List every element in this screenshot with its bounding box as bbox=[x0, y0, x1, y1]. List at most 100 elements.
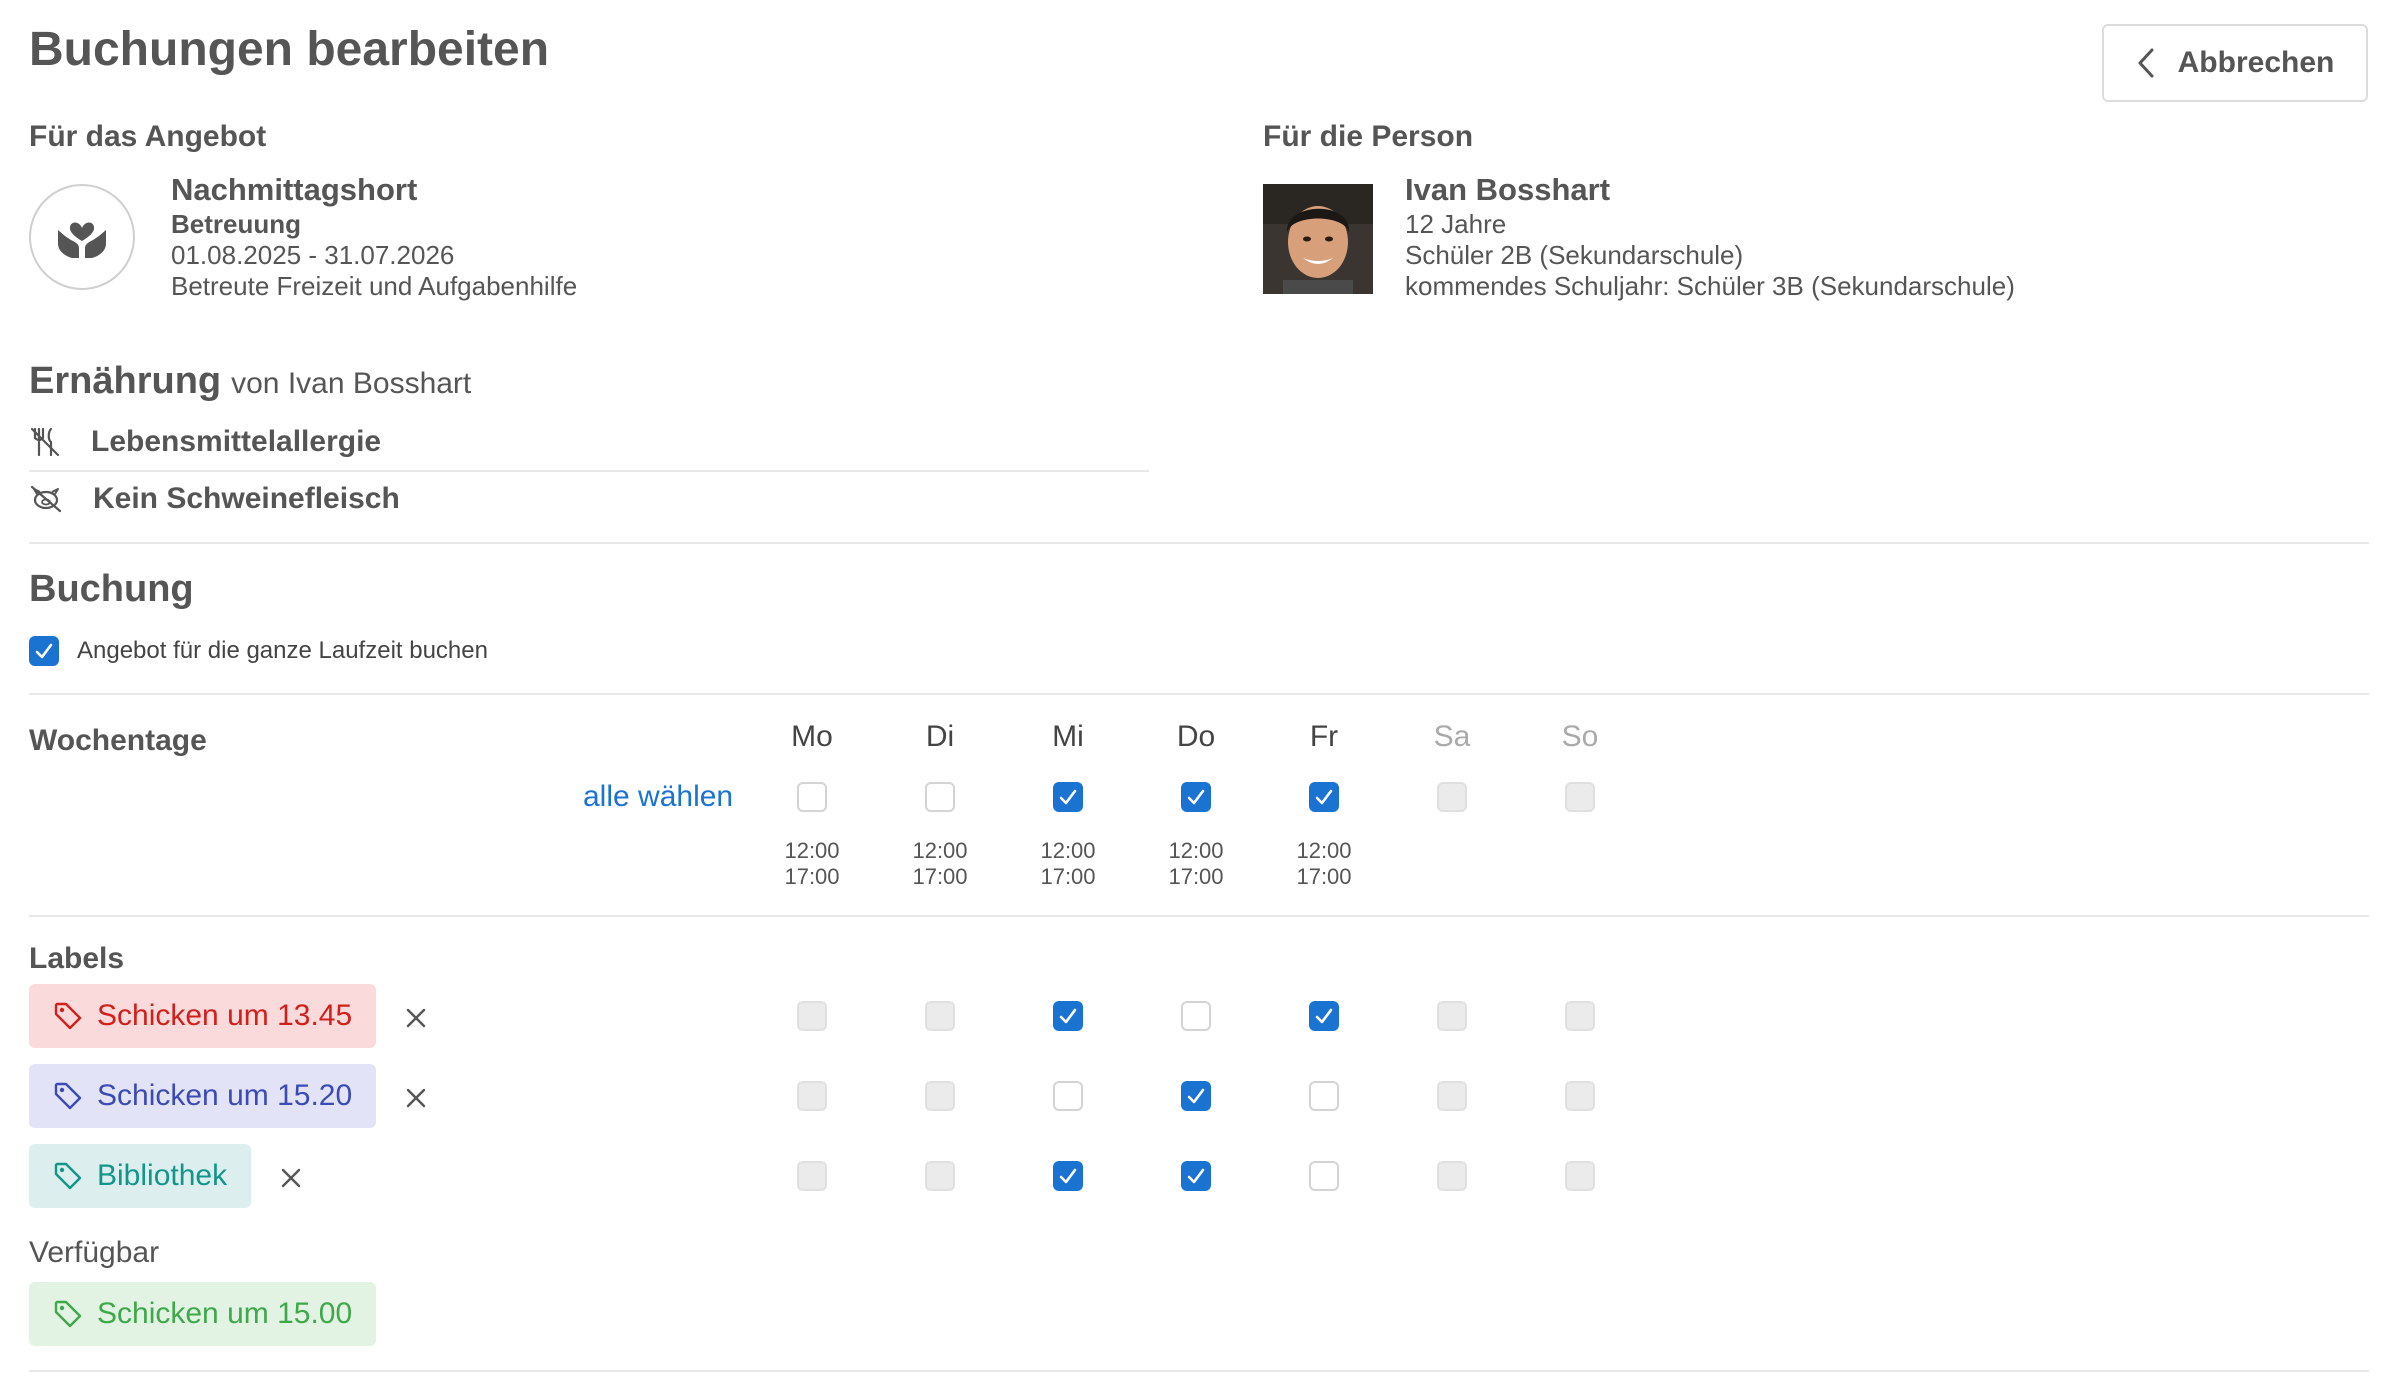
section-divider bbox=[29, 542, 2369, 544]
weekday-end-time: 17:00 bbox=[912, 864, 968, 889]
weekday-start-time: 12:00 bbox=[912, 838, 968, 863]
label-day-checkbox bbox=[925, 1001, 955, 1031]
offer-icon bbox=[29, 184, 135, 290]
remove-label-button[interactable] bbox=[279, 1162, 303, 1196]
whole-period-label: Angebot für die ganze Laufzeit buchen bbox=[77, 637, 488, 664]
label-day-checkbox bbox=[1565, 1001, 1595, 1031]
offer-category: Betreuung bbox=[171, 209, 301, 239]
label-day-checkbox bbox=[925, 1161, 955, 1191]
label-day-checkbox bbox=[797, 1081, 827, 1111]
weekday-checkbox-so bbox=[1565, 782, 1595, 812]
weekday-header-sa: Sa bbox=[1433, 720, 1471, 753]
offer-period: 01.08.2025 - 31.07.2026 bbox=[171, 240, 455, 270]
nutrition-title: Ernährung bbox=[29, 360, 222, 402]
check-icon bbox=[1187, 1088, 1205, 1104]
weekday-start-time: 12:00 bbox=[1040, 838, 1096, 863]
tag-icon bbox=[54, 1300, 82, 1328]
caring-hands-icon bbox=[58, 222, 106, 258]
nutrition-heading: Ernährung von Ivan Bosshart bbox=[29, 360, 471, 403]
check-icon bbox=[1059, 789, 1077, 805]
page-title: Buchungen bearbeiten bbox=[29, 23, 550, 76]
available-heading: Verfügbar bbox=[29, 1236, 160, 1269]
label-tag-text: Schicken um 13.45 bbox=[97, 999, 353, 1032]
label-day-checkbox bbox=[1565, 1161, 1595, 1191]
check-icon bbox=[1315, 1008, 1333, 1024]
person-age: 12 Jahre bbox=[1405, 209, 1507, 239]
select-all-link[interactable]: alle wählen bbox=[583, 780, 733, 814]
weekday-start-time: 12:00 bbox=[1168, 838, 1224, 863]
section-divider bbox=[29, 693, 2369, 695]
weekday-checkbox-di[interactable] bbox=[925, 782, 955, 812]
check-icon bbox=[1059, 1008, 1077, 1024]
weekday-end-time: 17:00 bbox=[1040, 864, 1096, 889]
section-divider bbox=[29, 1370, 2369, 1372]
close-icon bbox=[281, 1168, 301, 1188]
check-icon bbox=[1315, 789, 1333, 805]
weekday-checkbox-mo[interactable] bbox=[797, 782, 827, 812]
label-day-checkbox[interactable] bbox=[1053, 1001, 1083, 1031]
remove-label-button[interactable] bbox=[404, 1002, 428, 1036]
no-food-icon bbox=[30, 427, 60, 457]
weekday-time-di: 12:00 17:00 bbox=[900, 838, 980, 890]
nutrition-item-label: Kein Schweinefleisch bbox=[93, 482, 400, 515]
check-icon bbox=[1059, 1168, 1077, 1184]
cancel-button[interactable]: Abbrechen bbox=[2102, 24, 2368, 102]
no-pork-icon bbox=[30, 485, 62, 513]
label-day-checkbox bbox=[1437, 1081, 1467, 1111]
section-divider bbox=[29, 915, 2369, 917]
weekday-start-time: 12:00 bbox=[784, 838, 840, 863]
label-tag[interactable]: Bibliothek bbox=[29, 1144, 252, 1208]
nutrition-item: Kein Schweinefleisch bbox=[29, 471, 1149, 527]
label-day-checkbox[interactable] bbox=[1053, 1081, 1083, 1111]
whole-period-option[interactable]: Angebot für die ganze Laufzeit buchen bbox=[29, 636, 488, 666]
nutrition-item: Lebensmittelallergie bbox=[29, 414, 1149, 470]
weekday-time-do: 12:00 17:00 bbox=[1156, 838, 1236, 890]
label-day-checkbox bbox=[797, 1161, 827, 1191]
tag-icon bbox=[54, 1162, 82, 1190]
available-label-text: Schicken um 15.00 bbox=[97, 1297, 353, 1330]
weekday-time-fr: 12:00 17:00 bbox=[1284, 838, 1364, 890]
weekdays-label: Wochentage bbox=[29, 724, 207, 757]
label-tag-text: Schicken um 15.20 bbox=[97, 1079, 353, 1112]
whole-period-checkbox[interactable] bbox=[29, 636, 59, 666]
available-label-tag[interactable]: Schicken um 15.00 bbox=[29, 1282, 377, 1346]
label-day-checkbox[interactable] bbox=[1309, 1161, 1339, 1191]
offer-name: Nachmittagshort bbox=[171, 172, 418, 207]
remove-label-button[interactable] bbox=[404, 1082, 428, 1116]
label-tag[interactable]: Schicken um 13.45 bbox=[29, 984, 377, 1048]
label-day-checkbox[interactable] bbox=[1309, 1001, 1339, 1031]
weekday-time-mi: 12:00 17:00 bbox=[1028, 838, 1108, 890]
weekday-end-time: 17:00 bbox=[784, 864, 840, 889]
offer-description: Betreute Freizeit und Aufgabenhilfe bbox=[171, 271, 578, 301]
weekday-header-mo: Mo bbox=[791, 720, 833, 753]
person-section-label: Für die Person bbox=[1263, 120, 1474, 153]
label-day-checkbox bbox=[797, 1001, 827, 1031]
weekday-checkbox-do[interactable] bbox=[1181, 782, 1211, 812]
label-day-checkbox[interactable] bbox=[1053, 1161, 1083, 1191]
label-day-checkbox bbox=[925, 1081, 955, 1111]
label-day-checkbox bbox=[1565, 1081, 1595, 1111]
weekday-header-so: So bbox=[1561, 720, 1599, 753]
label-tag-text: Bibliothek bbox=[97, 1159, 228, 1192]
weekday-checkbox-fr[interactable] bbox=[1309, 782, 1339, 812]
label-day-checkbox[interactable] bbox=[1181, 1161, 1211, 1191]
tag-icon bbox=[54, 1002, 82, 1030]
weekday-header-fr: Fr bbox=[1309, 720, 1339, 753]
tag-icon bbox=[54, 1082, 82, 1110]
weekday-time-mo: 12:00 17:00 bbox=[772, 838, 852, 890]
chevron-left-icon bbox=[2138, 48, 2154, 78]
labels-heading: Labels bbox=[29, 942, 125, 975]
label-day-checkbox[interactable] bbox=[1181, 1081, 1211, 1111]
weekday-header-di: Di bbox=[925, 720, 955, 753]
label-day-checkbox bbox=[1437, 1161, 1467, 1191]
booking-heading: Buchung bbox=[29, 568, 194, 610]
weekday-header-mi: Mi bbox=[1052, 720, 1084, 753]
person-name: Ivan Bosshart bbox=[1405, 172, 1611, 207]
check-icon bbox=[35, 643, 53, 659]
label-tag[interactable]: Schicken um 15.20 bbox=[29, 1064, 377, 1128]
label-day-checkbox[interactable] bbox=[1309, 1081, 1339, 1111]
label-day-checkbox[interactable] bbox=[1181, 1001, 1211, 1031]
nutrition-subtitle: von Ivan Bosshart bbox=[231, 367, 472, 400]
weekday-checkbox-sa bbox=[1437, 782, 1467, 812]
weekday-checkbox-mi[interactable] bbox=[1053, 782, 1083, 812]
